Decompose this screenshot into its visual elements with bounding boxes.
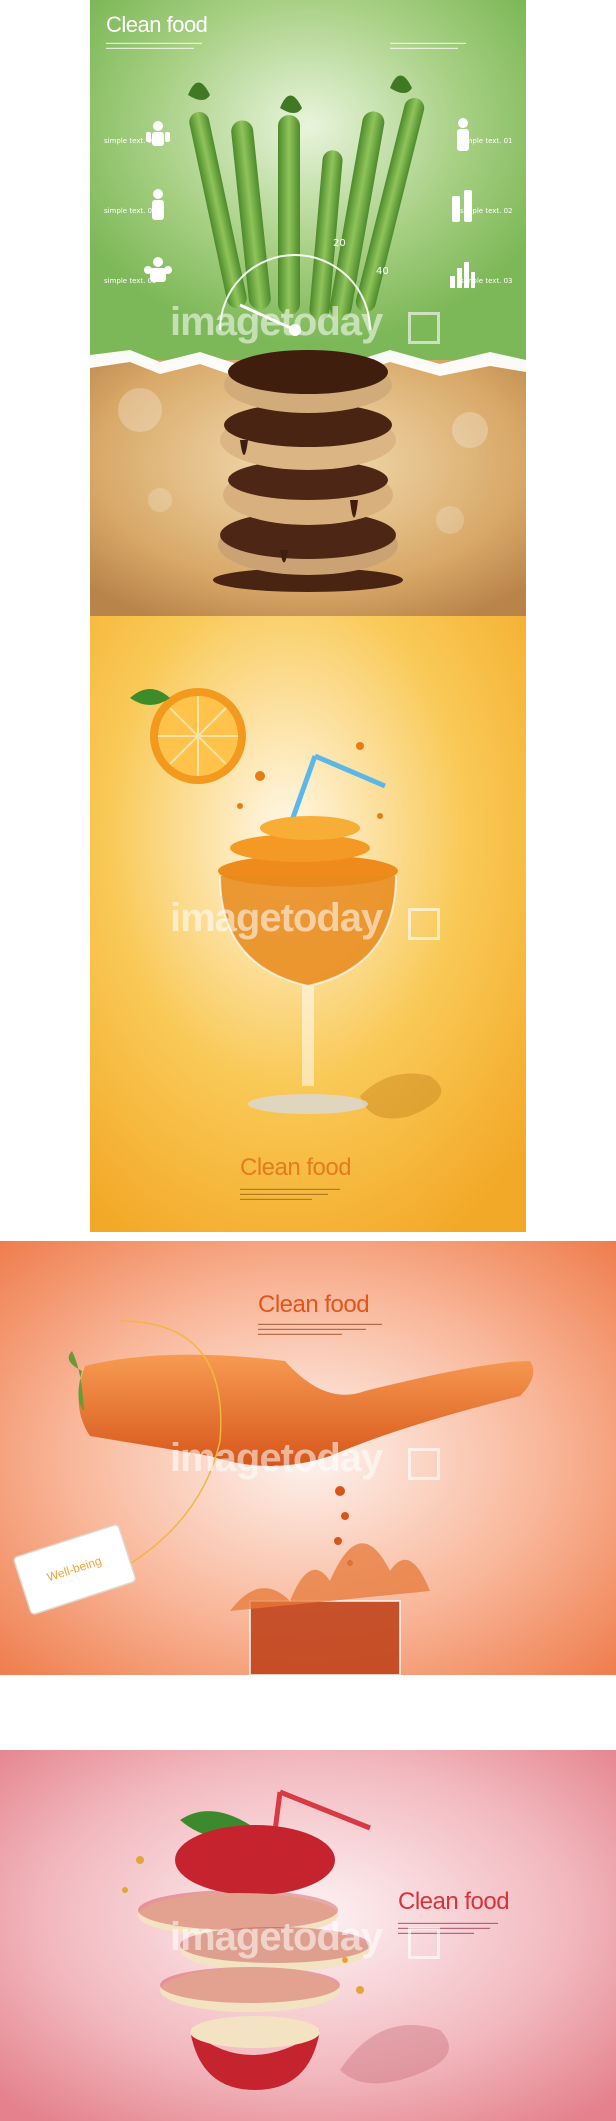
gauge-number: 40 (376, 266, 389, 277)
person-icon (146, 121, 170, 146)
watermark: imagetoday (170, 1436, 383, 1480)
person-strong-icon (144, 257, 172, 282)
panel-title: Clean food (258, 1291, 370, 1318)
panel-orange: imagetoday Clean food ▬▬▬▬▬▬▬▬▬▬▬▬▬▬▬▬▬▬… (90, 616, 526, 1232)
person-exercise-icon (457, 118, 469, 151)
bar-chart-icon (450, 262, 475, 288)
panel-carrot: Clean food ▬▬▬▬▬▬▬▬▬▬▬▬▬▬▬▬▬▬▬▬▬▬▬▬▬▬▬▬▬… (0, 1241, 616, 1675)
watermark: imagetoday (170, 1915, 383, 1959)
gauge-number: 20 (333, 238, 346, 249)
watermark: imagetoday (170, 300, 383, 344)
watermark: imagetoday (170, 896, 383, 940)
watermark-box (408, 908, 440, 940)
panel-title: Clean food (106, 12, 208, 37)
fine-print: ▬▬▬▬▬▬▬▬▬▬▬▬▬▬▬▬▬▬▬▬▬▬▬▬▬▬▬▬▬▬▬ ▬▬▬▬▬▬▬▬… (258, 1321, 382, 1336)
watermark-box (408, 1927, 440, 1959)
panel-title: Clean food (240, 1154, 352, 1181)
person-icon (152, 189, 164, 220)
fine-print: ▬▬▬▬▬▬▬▬▬▬▬▬▬▬▬▬▬▬▬ ▬▬▬▬▬▬▬▬▬▬▬▬▬▬▬▬▬ (390, 40, 466, 50)
fine-print: ▬▬▬▬▬▬▬▬▬▬▬▬▬▬▬▬▬▬▬▬▬▬▬▬▬ ▬▬▬▬▬▬▬▬▬▬▬▬▬▬… (240, 1186, 340, 1201)
watermark-box (408, 312, 440, 344)
panel-title: Clean food (398, 1888, 510, 1915)
panel-asparagus: Clean food ▬▬▬▬▬▬▬▬▬▬▬▬▬▬▬▬▬▬▬▬▬▬▬▬ ▬▬▬▬… (90, 0, 526, 616)
fine-print: ▬▬▬▬▬▬▬▬▬▬▬▬▬▬▬▬▬▬▬▬▬▬▬▬ ▬▬▬▬▬▬▬▬▬▬▬▬▬▬▬… (106, 40, 202, 50)
panel-apple: Clean food ▬▬▬▬▬▬▬▬▬▬▬▬▬▬▬▬▬▬▬▬▬▬▬▬▬ ▬▬▬… (0, 1750, 616, 2121)
bottle-icon (452, 190, 472, 222)
watermark-box (408, 1448, 440, 1480)
